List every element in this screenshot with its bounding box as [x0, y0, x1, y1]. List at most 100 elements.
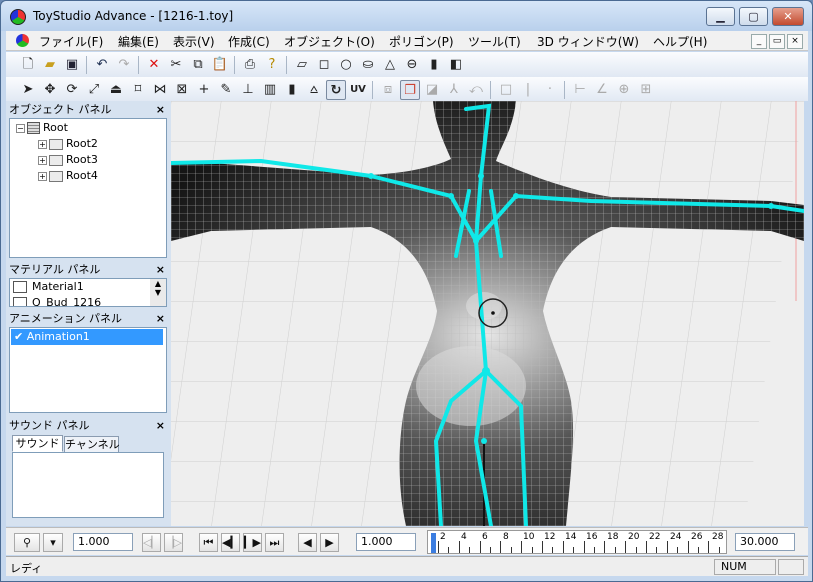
collapse-icon[interactable]: −	[16, 123, 25, 133]
fill-icon[interactable]: ▮	[282, 80, 302, 100]
scale-icon[interactable]: ⤢	[84, 80, 104, 100]
save-icon[interactable]: ▣	[62, 55, 82, 75]
key-pin-button[interactable]: ⚲	[14, 533, 40, 552]
ik-icon[interactable]: ⤺	[466, 80, 486, 100]
extrude-icon[interactable]: ⏏	[106, 80, 126, 100]
tab-sound[interactable]: サウンド	[12, 435, 63, 452]
next-key-button[interactable]: ▕▷	[164, 533, 183, 552]
object-mode-icon[interactable]: ❐	[400, 80, 420, 100]
axis-icon[interactable]: ⊢	[570, 80, 590, 100]
print-icon[interactable]: ⎙	[240, 55, 260, 75]
lattice-icon[interactable]: ⊠	[172, 80, 192, 100]
torus-icon[interactable]: ⊖	[402, 55, 422, 75]
gradient-icon[interactable]: ▥	[260, 80, 280, 100]
material-item[interactable]: Q_Bud_1216	[13, 296, 101, 306]
cylinder-icon[interactable]: ⛀	[358, 55, 378, 75]
hierarchy-icon[interactable]: ⧈	[378, 80, 398, 100]
end-frame-field[interactable]: 30.000	[735, 533, 795, 551]
maximize-button[interactable]: ▢	[739, 7, 768, 26]
uv-button[interactable]: UV	[348, 80, 368, 100]
cone-side-icon[interactable]: ◧	[446, 55, 466, 75]
material-item[interactable]: Material1	[13, 280, 84, 293]
frame-field[interactable]: 1.000	[356, 533, 416, 551]
undo-icon[interactable]: ↶	[92, 55, 112, 75]
tree-item-root3[interactable]: + Root3	[38, 153, 98, 166]
step-forward-button[interactable]: ▎▶	[243, 533, 262, 552]
expand-icon[interactable]: +	[38, 139, 47, 149]
tree-item-root2[interactable]: + Root2	[38, 137, 98, 150]
material-scrollbar[interactable]: ▲ ▼	[150, 279, 166, 306]
prev-key-button[interactable]: ◁▏	[142, 533, 161, 552]
select-edge-icon[interactable]: |	[518, 80, 538, 100]
expand-icon[interactable]: +	[38, 155, 47, 165]
select-arrow-icon[interactable]: ➤	[18, 80, 38, 100]
delete-icon[interactable]: ✕	[144, 55, 164, 75]
menu-3d-window[interactable]: 3D ウィンドウ(W)	[537, 33, 639, 50]
add-point-icon[interactable]: +	[194, 80, 214, 100]
play-reverse-button[interactable]: ◀	[298, 533, 317, 552]
minimize-button[interactable]: ▁	[706, 7, 735, 26]
open-folder-icon[interactable]: ▰	[40, 55, 60, 75]
play-button[interactable]: ▶	[320, 533, 339, 552]
center-icon[interactable]: ⊕	[614, 80, 634, 100]
copy-icon[interactable]: ⧉	[188, 55, 208, 75]
paste-icon[interactable]: 📋	[210, 55, 230, 75]
animation-panel-close-button[interactable]: ×	[156, 311, 165, 326]
bend-icon[interactable]: ⋈	[150, 80, 170, 100]
size-grip[interactable]	[778, 559, 804, 575]
rotate-icon[interactable]: ⟳	[62, 80, 82, 100]
first-frame-button[interactable]: ⏮	[199, 533, 218, 552]
3d-viewport[interactable]	[171, 101, 804, 526]
select-face-icon[interactable]: □	[496, 80, 516, 100]
new-file-icon[interactable]: 🗋	[18, 55, 38, 75]
timeline-cursor[interactable]	[431, 533, 436, 553]
last-frame-button[interactable]: ⏭	[265, 533, 284, 552]
expand-icon[interactable]: +	[38, 171, 47, 181]
object-tree: − Root + Root2 + Root3 + Root4	[9, 118, 167, 258]
wrap-icon[interactable]: ↻	[326, 80, 346, 100]
menu-create[interactable]: 作成(C)	[228, 33, 270, 50]
key-dropdown-button[interactable]: ▾	[43, 533, 63, 552]
menu-object[interactable]: オブジェクト(O)	[284, 33, 375, 50]
cut-icon[interactable]: ✂	[166, 55, 186, 75]
tree-item-root[interactable]: − Root	[16, 121, 68, 134]
redo-icon[interactable]: ↷	[114, 55, 134, 75]
plane-icon[interactable]: ▱	[292, 55, 312, 75]
move-icon[interactable]: ✥	[40, 80, 60, 100]
menu-view[interactable]: 表示(V)	[173, 33, 215, 50]
menu-edit[interactable]: 編集(E)	[118, 33, 159, 50]
document-icon[interactable]	[16, 34, 29, 47]
grid-icon[interactable]: ⊞	[636, 80, 656, 100]
select-vertex-icon[interactable]: ·	[540, 80, 560, 100]
box-bar-icon[interactable]: ▮	[424, 55, 444, 75]
mdi-close-button[interactable]: ×	[787, 34, 803, 49]
split-icon[interactable]: ⊥	[238, 80, 258, 100]
bevel-icon[interactable]: ⌑	[128, 80, 148, 100]
face-mode-icon[interactable]: ◪	[422, 80, 442, 100]
cone-icon[interactable]: △	[380, 55, 400, 75]
cube-icon[interactable]: ◻	[314, 55, 334, 75]
object-panel-close-button[interactable]: ×	[156, 102, 165, 117]
tree-item-root4[interactable]: + Root4	[38, 169, 98, 182]
menu-file[interactable]: ファイル(F)	[39, 33, 103, 50]
tab-channel[interactable]: チャンネル	[64, 436, 120, 453]
close-button[interactable]: ✕	[772, 7, 804, 26]
weight-icon[interactable]: ⩟	[304, 80, 324, 100]
angle-icon[interactable]: ∠	[592, 80, 612, 100]
speed-field[interactable]: 1.000	[73, 533, 133, 551]
material-panel-close-button[interactable]: ×	[156, 262, 165, 277]
menu-polygon[interactable]: ポリゴン(P)	[389, 33, 454, 50]
bone-mode-icon[interactable]: ⅄	[444, 80, 464, 100]
mdi-minimize-button[interactable]: _	[751, 34, 767, 49]
timeline-tick	[687, 541, 689, 553]
animation-item-selected[interactable]: ✔ Animation1	[11, 329, 163, 345]
step-back-button[interactable]: ◀▎	[221, 533, 240, 552]
sound-panel-close-button[interactable]: ×	[156, 418, 165, 433]
menu-help[interactable]: ヘルプ(H)	[653, 33, 707, 50]
help-icon[interactable]: ?	[262, 55, 282, 75]
timeline-slider[interactable]: 2 4 6 8 10 12 14 16 18 20 22 24 26 28	[427, 530, 727, 554]
menu-tools[interactable]: ツール(T)	[468, 33, 521, 50]
knife-icon[interactable]: ✎	[216, 80, 236, 100]
mdi-restore-button[interactable]: ▭	[769, 34, 785, 49]
circle-icon[interactable]: ○	[336, 55, 356, 75]
